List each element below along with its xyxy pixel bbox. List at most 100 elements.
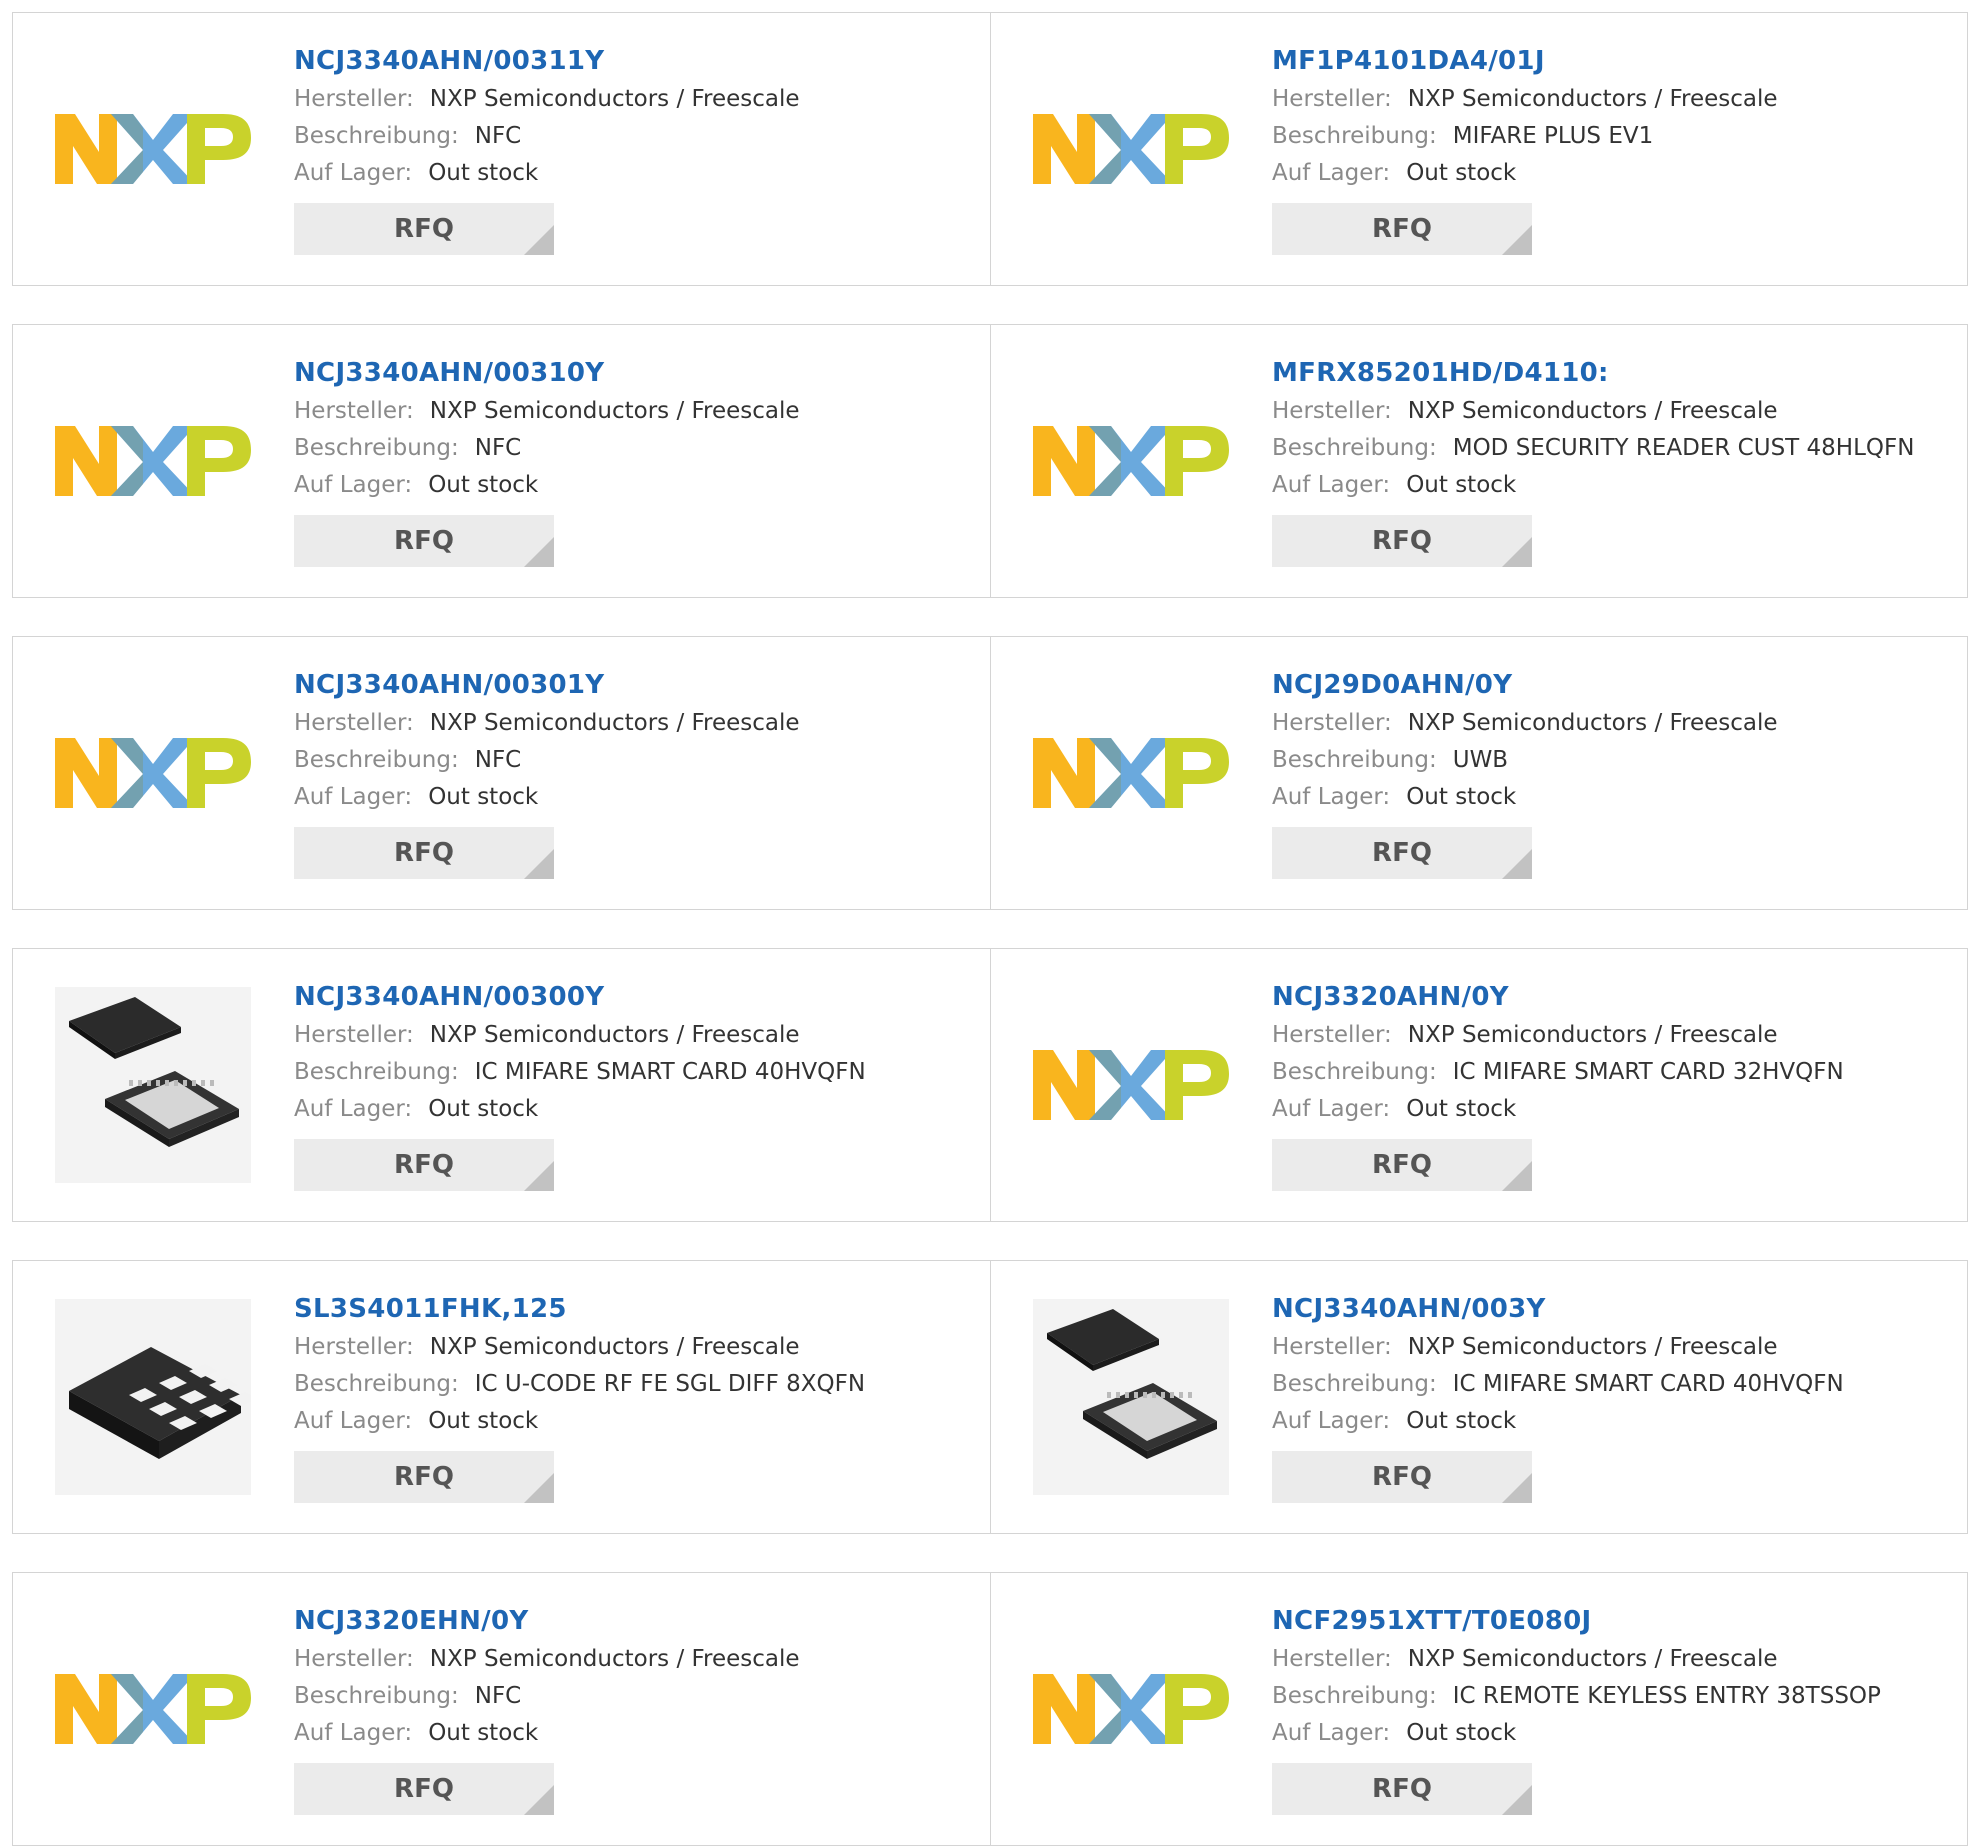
manufacturer-value: NXP Semiconductors / Freescale <box>429 398 800 424</box>
manufacturer-row: Hersteller: NXP Semiconductors / Freescal… <box>294 1641 800 1678</box>
rfq-button[interactable]: RFQ <box>1272 515 1532 567</box>
product-image[interactable] <box>1031 1299 1231 1495</box>
manufacturer-value: NXP Semiconductors / Freescale <box>429 1334 800 1360</box>
manufacturer-row: Hersteller: NXP Semiconductors / Freescal… <box>294 393 800 430</box>
product-image[interactable] <box>53 987 253 1183</box>
stock-value: Out stock <box>1406 472 1517 498</box>
manufacturer-row: Hersteller: NXP Semiconductors / Freescal… <box>1272 1641 1881 1678</box>
description-label: Beschreibung: <box>294 123 459 149</box>
description-row: Beschreibung: NFC <box>294 1678 800 1715</box>
corner-triangle-icon <box>524 849 554 879</box>
product-image[interactable] <box>1031 363 1231 559</box>
part-number-link[interactable]: NCJ3340AHN/00300Y <box>294 977 866 1017</box>
manufacturer-value: NXP Semiconductors / Freescale <box>429 86 800 112</box>
description-value: IC MIFARE SMART CARD 40HVQFN <box>1452 1371 1844 1397</box>
stock-value: Out stock <box>428 1408 539 1434</box>
corner-triangle-icon <box>524 225 554 255</box>
product-image[interactable] <box>1031 1611 1231 1807</box>
product-card: NCJ3320AHN/0Y Hersteller: NXP Semiconduct… <box>991 949 1968 1221</box>
description-row: Beschreibung: IC MIFARE SMART CARD 40HVQF… <box>294 1054 866 1091</box>
description-row: Beschreibung: MOD SECURITY READER CUST 48… <box>1272 430 1914 467</box>
product-image[interactable] <box>53 1299 253 1495</box>
manufacturer-row: Hersteller: NXP Semiconductors / Freescal… <box>1272 705 1778 742</box>
rfq-button[interactable]: RFQ <box>1272 1139 1532 1191</box>
part-number-link[interactable]: NCJ3340AHN/003Y <box>1272 1289 1844 1329</box>
stock-label: Auf Lager: <box>294 784 413 810</box>
corner-triangle-icon <box>1502 1785 1532 1815</box>
product-row: SL3S4011FHK,125 Hersteller: NXP Semicondu… <box>12 1260 1968 1534</box>
nxp-logo-icon <box>1033 114 1229 184</box>
rfq-button[interactable]: RFQ <box>294 1139 554 1191</box>
product-row: NCJ3340AHN/00301Y Hersteller: NXP Semicon… <box>12 636 1968 910</box>
manufacturer-row: Hersteller: NXP Semiconductors / Freescal… <box>294 705 800 742</box>
manufacturer-row: Hersteller: NXP Semiconductors / Freescal… <box>1272 1329 1844 1366</box>
rfq-button[interactable]: RFQ <box>1272 1451 1532 1503</box>
stock-label: Auf Lager: <box>1272 784 1391 810</box>
rfq-label: RFQ <box>394 1774 454 1804</box>
description-row: Beschreibung: MIFARE PLUS EV1 <box>1272 118 1778 155</box>
manufacturer-label: Hersteller: <box>294 86 414 112</box>
product-image[interactable] <box>53 1611 253 1807</box>
product-info: NCJ3320AHN/0Y Hersteller: NXP Semiconduct… <box>1272 977 1844 1191</box>
rfq-button[interactable]: RFQ <box>294 827 554 879</box>
rfq-button[interactable]: RFQ <box>294 1763 554 1815</box>
stock-label: Auf Lager: <box>294 472 413 498</box>
rfq-button[interactable]: RFQ <box>294 1451 554 1503</box>
part-number-link[interactable]: NCJ3340AHN/00310Y <box>294 353 800 393</box>
product-image[interactable] <box>1031 987 1231 1183</box>
product-card: SL3S4011FHK,125 Hersteller: NXP Semicondu… <box>13 1261 990 1533</box>
part-number-link[interactable]: MF1P4101DA4/01J <box>1272 41 1778 81</box>
part-number-link[interactable]: NCJ3340AHN/00301Y <box>294 665 800 705</box>
description-value: NFC <box>474 123 522 149</box>
stock-label: Auf Lager: <box>294 1408 413 1434</box>
description-label: Beschreibung: <box>294 1683 459 1709</box>
stock-label: Auf Lager: <box>1272 1720 1391 1746</box>
stock-value: Out stock <box>428 160 539 186</box>
rfq-button[interactable]: RFQ <box>1272 203 1532 255</box>
stock-label: Auf Lager: <box>294 1096 413 1122</box>
description-label: Beschreibung: <box>294 1059 459 1085</box>
rfq-button[interactable]: RFQ <box>1272 827 1532 879</box>
part-number-link[interactable]: NCJ3320AHN/0Y <box>1272 977 1844 1017</box>
description-label: Beschreibung: <box>1272 435 1437 461</box>
description-label: Beschreibung: <box>1272 1371 1437 1397</box>
corner-triangle-icon <box>524 1785 554 1815</box>
part-number-link[interactable]: NCF2951XTT/T0E080J <box>1272 1601 1881 1641</box>
rfq-label: RFQ <box>394 1150 454 1180</box>
part-number-link[interactable]: SL3S4011FHK,125 <box>294 1289 865 1329</box>
stock-row: Auf Lager: Out stock <box>1272 1403 1844 1440</box>
product-card: MF1P4101DA4/01J Hersteller: NXP Semicondu… <box>991 13 1968 285</box>
manufacturer-value: NXP Semiconductors / Freescale <box>1407 1022 1778 1048</box>
rfq-button[interactable]: RFQ <box>1272 1763 1532 1815</box>
product-image[interactable] <box>1031 675 1231 871</box>
manufacturer-label: Hersteller: <box>294 398 414 424</box>
product-info: SL3S4011FHK,125 Hersteller: NXP Semicondu… <box>294 1289 865 1503</box>
part-number-link[interactable]: NCJ3320EHN/0Y <box>294 1601 800 1641</box>
part-number-link[interactable]: NCJ3340AHN/00311Y <box>294 41 800 81</box>
product-card: NCJ3320EHN/0Y Hersteller: NXP Semiconduct… <box>13 1573 990 1845</box>
stock-value: Out stock <box>428 472 539 498</box>
manufacturer-value: NXP Semiconductors / Freescale <box>429 1646 800 1672</box>
product-image[interactable] <box>53 363 253 559</box>
rfq-button[interactable]: RFQ <box>294 515 554 567</box>
product-image[interactable] <box>53 675 253 871</box>
description-label: Beschreibung: <box>1272 123 1437 149</box>
description-value: IC MIFARE SMART CARD 32HVQFN <box>1452 1059 1844 1085</box>
stock-row: Auf Lager: Out stock <box>1272 779 1778 816</box>
rfq-button[interactable]: RFQ <box>294 203 554 255</box>
stock-row: Auf Lager: Out stock <box>1272 155 1778 192</box>
manufacturer-row: Hersteller: NXP Semiconductors / Freescal… <box>1272 81 1778 118</box>
product-image[interactable] <box>1031 51 1231 247</box>
stock-label: Auf Lager: <box>1272 160 1391 186</box>
nxp-logo-icon <box>55 426 251 496</box>
part-number-link[interactable]: NCJ29D0AHN/0Y <box>1272 665 1778 705</box>
manufacturer-label: Hersteller: <box>294 1022 414 1048</box>
product-info: NCJ3340AHN/003Y Hersteller: NXP Semicondu… <box>1272 1289 1844 1503</box>
part-number-link[interactable]: MFRX85201HD/D4110: <box>1272 353 1914 393</box>
manufacturer-label: Hersteller: <box>294 1646 414 1672</box>
stock-row: Auf Lager: Out stock <box>1272 1091 1844 1128</box>
product-image[interactable] <box>53 51 253 247</box>
description-value: IC MIFARE SMART CARD 40HVQFN <box>474 1059 866 1085</box>
stock-value: Out stock <box>1406 1408 1517 1434</box>
product-card: NCJ3340AHN/003Y Hersteller: NXP Semicondu… <box>991 1261 1968 1533</box>
